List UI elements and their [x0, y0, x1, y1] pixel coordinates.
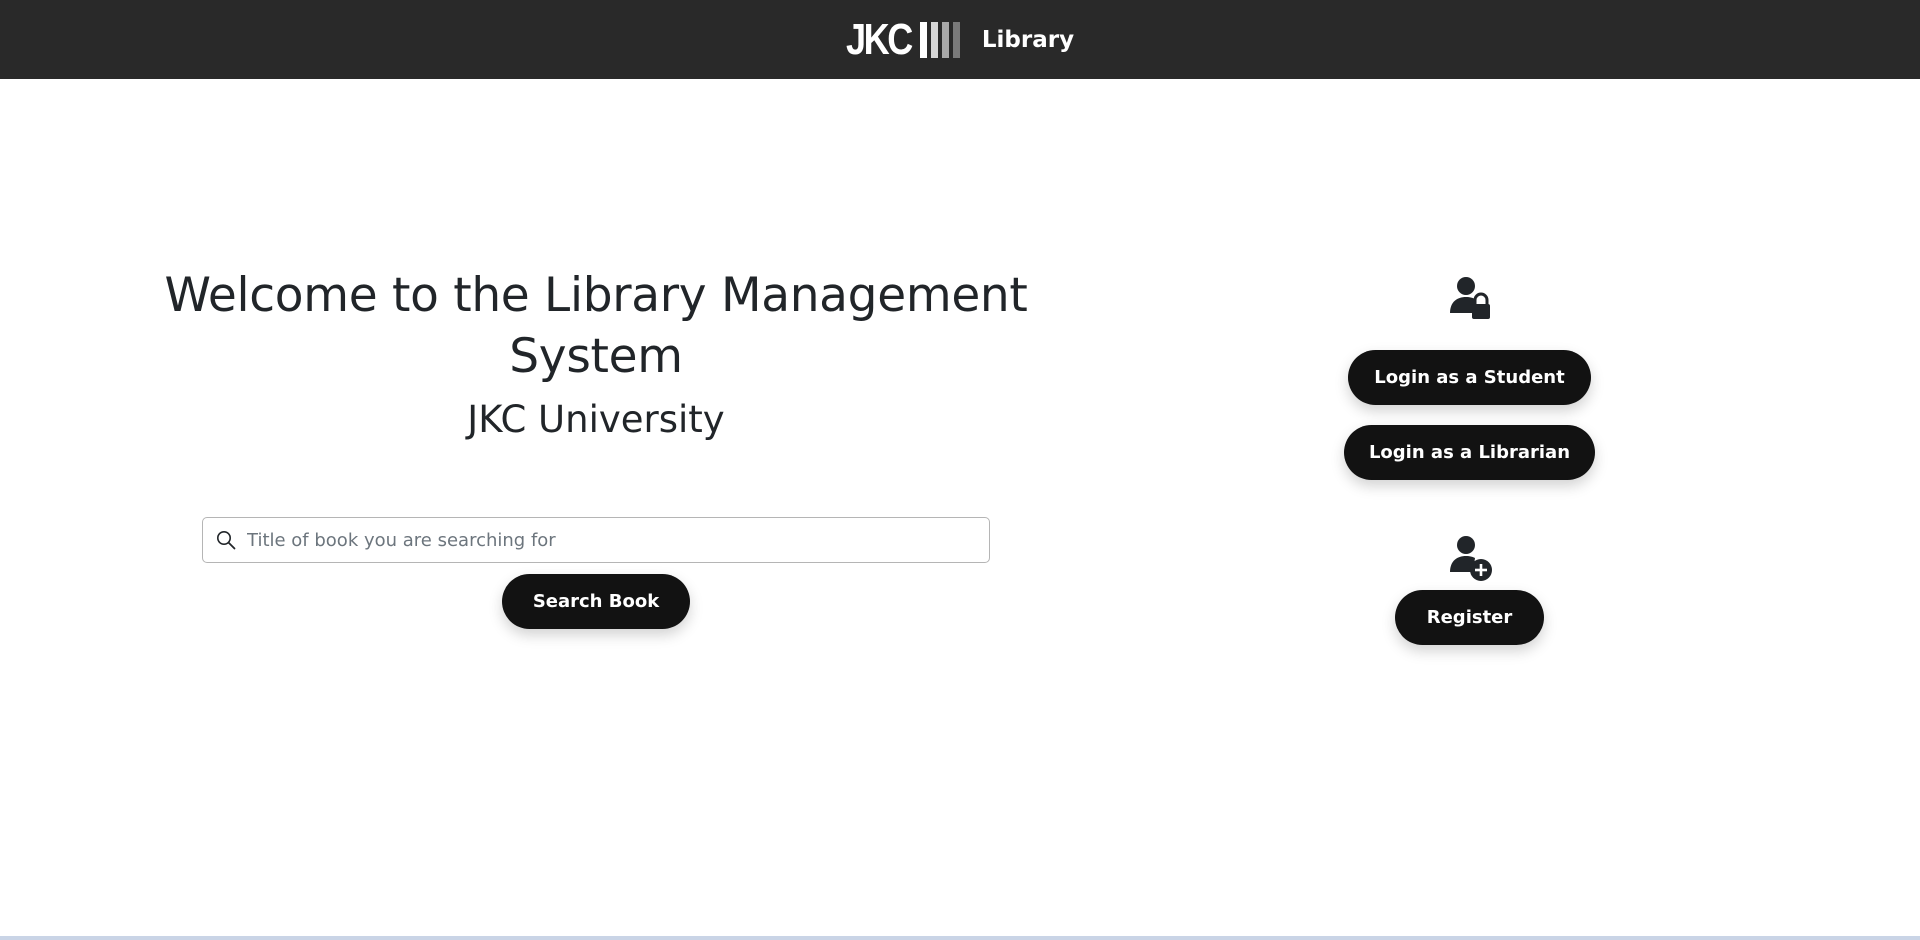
- bottom-border: [0, 936, 1920, 940]
- brand-label: Library: [981, 26, 1075, 53]
- brand-link[interactable]: JKC Library: [845, 14, 1075, 64]
- top-navbar: JKC Library: [0, 0, 1920, 79]
- login-student-button[interactable]: Login as a Student: [1348, 350, 1591, 405]
- logo-text: JKC: [845, 14, 913, 64]
- search-icon: [215, 529, 237, 551]
- search-box: [202, 517, 990, 563]
- logo-bars-icon: [919, 21, 960, 58]
- search-book-button[interactable]: Search Book: [502, 574, 690, 629]
- user-lock-icon: [1448, 275, 1492, 323]
- login-librarian-button[interactable]: Login as a Librarian: [1344, 425, 1595, 480]
- book-search-input[interactable]: [245, 519, 989, 561]
- register-button[interactable]: Register: [1395, 590, 1544, 645]
- welcome-section: Welcome to the Library Management System…: [150, 265, 1042, 443]
- jkc-logo: JKC: [845, 14, 960, 64]
- university-name: JKC University: [467, 398, 725, 441]
- page-title: Welcome to the Library Management System: [164, 268, 1028, 384]
- user-plus-icon: [1448, 534, 1492, 582]
